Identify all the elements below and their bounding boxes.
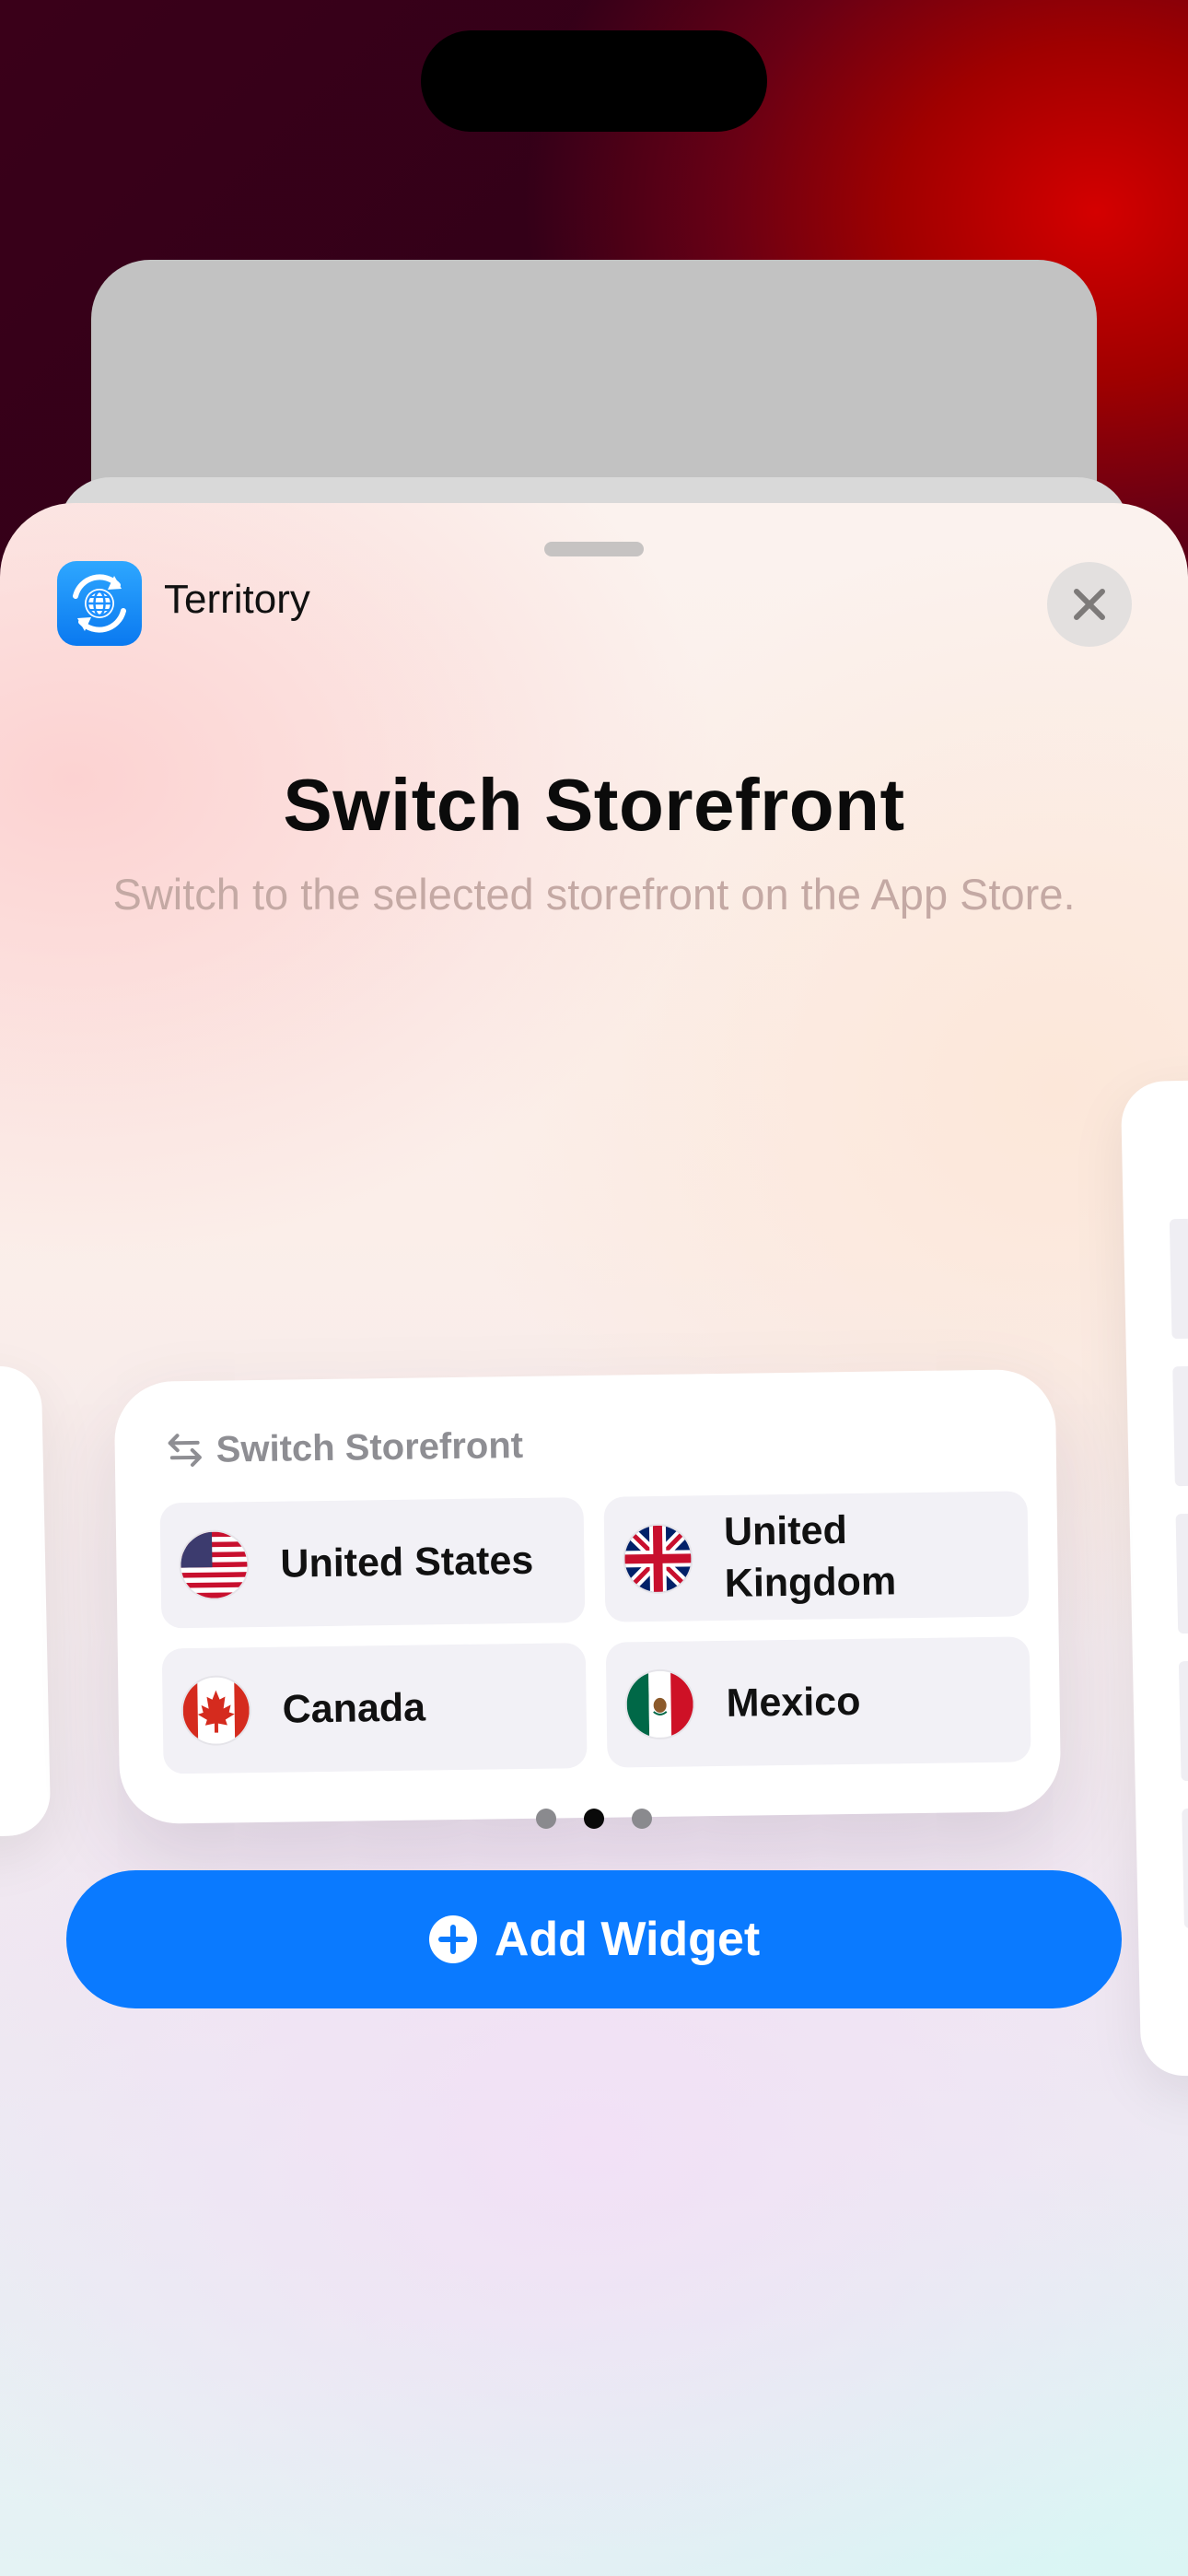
storefront-label: United Kingdom (723, 1508, 897, 1606)
dynamic-island (421, 30, 767, 132)
storefront-label: Mexico (726, 1679, 861, 1726)
globe-sync-icon (73, 574, 126, 633)
page-indicator[interactable] (0, 1809, 1188, 1829)
widget-description: Switch to the selected storefront on the… (112, 870, 1076, 919)
widget-header-label: Switch Storefront (215, 1424, 524, 1470)
preview-tile (1178, 1660, 1188, 1782)
previous-widget-preview[interactable] (0, 1364, 52, 1838)
storefront-label: United States (280, 1538, 534, 1587)
preview-tile (1169, 1218, 1188, 1340)
page-dot[interactable] (536, 1809, 556, 1829)
storefront-button-mexico[interactable]: Mexico (605, 1636, 1031, 1768)
page-dot-active[interactable] (584, 1809, 604, 1829)
switch-storefront-widget-preview[interactable]: Switch Storefront United States United K… (113, 1368, 1062, 1825)
app-icon (57, 561, 142, 646)
uk-flag-icon (623, 1525, 692, 1593)
storefront-button-uk[interactable]: United Kingdom (603, 1491, 1030, 1622)
preview-tile (1175, 1513, 1188, 1634)
storefront-button-canada[interactable]: Canada (161, 1643, 588, 1774)
canada-flag-icon (182, 1677, 250, 1745)
sheet-grabber[interactable] (544, 542, 644, 556)
widget-title: Switch Storefront (283, 764, 905, 846)
mexico-flag-icon (626, 1670, 694, 1739)
arrows-swap-icon (168, 1434, 202, 1467)
page-dot[interactable] (632, 1809, 652, 1829)
us-flag-icon (180, 1531, 248, 1599)
close-icon (1074, 589, 1105, 620)
widget-header: Switch Storefront (164, 1423, 523, 1473)
storefront-label: Canada (282, 1685, 426, 1732)
widget-gallery-sheet: Territory Switch Storefront Switch to th… (0, 503, 1188, 2576)
plus-circle-icon (428, 1915, 477, 1963)
storefront-button-us[interactable]: United States (159, 1497, 586, 1629)
add-widget-label: Add Widget (494, 1913, 761, 1966)
add-widget-button[interactable]: Add Widget (66, 1870, 1122, 2008)
next-widget-preview[interactable] (1120, 1079, 1188, 2078)
app-name: Territory (164, 577, 310, 622)
preview-tile (1172, 1365, 1188, 1487)
close-button[interactable] (1047, 562, 1132, 647)
